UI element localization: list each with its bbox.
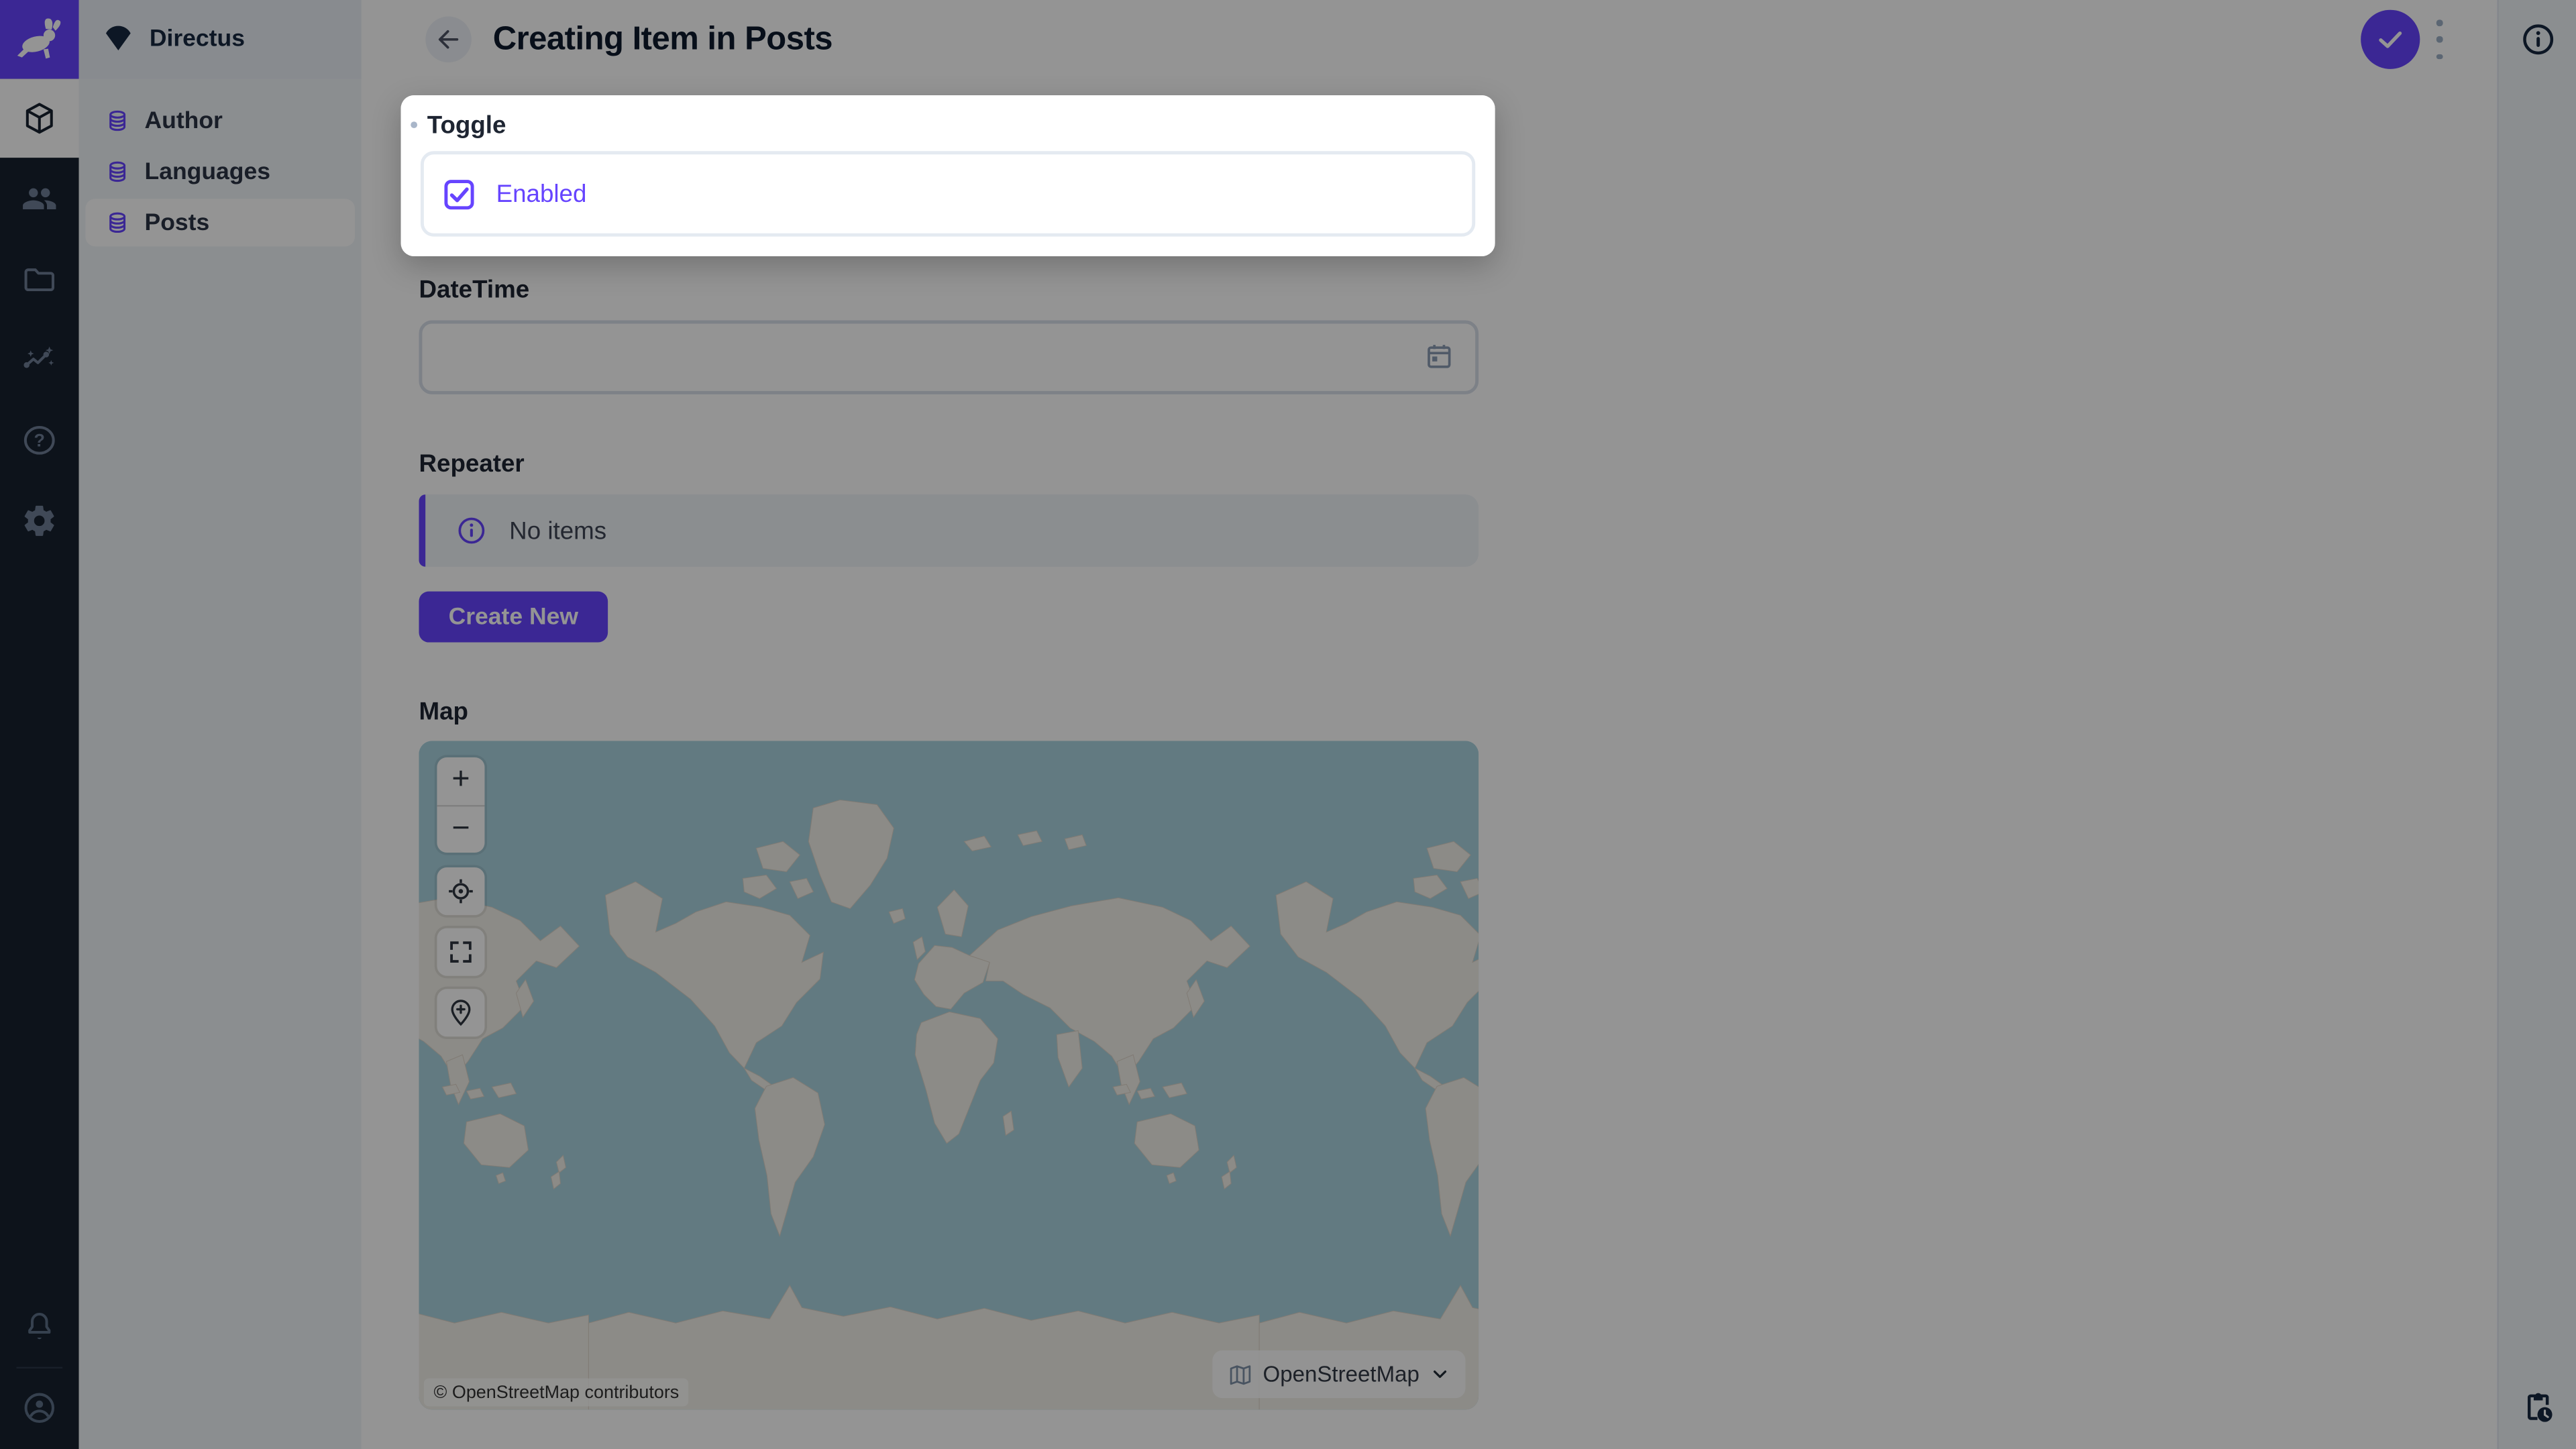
nav-item-label: Author [145,107,223,133]
map-attribution: © OpenStreetMap contributors [424,1379,689,1407]
calendar-icon[interactable] [1423,340,1456,381]
geolocate-icon [445,875,477,907]
toggle-input[interactable]: Enabled [421,151,1475,236]
info-icon [2520,21,2557,58]
repeater-label: Repeater [419,450,524,478]
add-pin-icon [445,998,477,1029]
basemap-select[interactable]: OpenStreetMap [1212,1350,1466,1398]
project-name: Directus [150,26,245,52]
nav-item-label: Posts [145,209,210,235]
module-file-library[interactable] [0,240,79,319]
info-icon [455,515,488,547]
zoom-out-button[interactable]: − [437,806,484,853]
back-button[interactable] [425,16,472,62]
nav-item-posts[interactable]: Posts [85,199,355,246]
module-insights[interactable] [0,321,79,400]
account-circle-icon [21,1390,58,1426]
geolocate-button[interactable] [437,867,484,915]
nav-item-label: Languages [145,158,270,184]
nav-item-languages[interactable]: Languages [85,148,355,195]
arrow-left-icon [434,25,464,54]
map-label: Map [419,698,468,727]
zoom-in-button[interactable]: + [437,757,484,804]
database-icon [105,210,130,235]
map-zoom-controls: + − [437,757,484,853]
chevron-down-icon [1430,1364,1451,1385]
nav-item-author[interactable]: Author [85,97,355,144]
insights-icon [21,341,58,378]
repeater-empty-text: No items [509,517,606,545]
check-icon [2374,23,2407,56]
collections-nav: Author Languages Posts [79,79,362,1449]
module-docs[interactable]: ? [0,401,79,480]
basemap-label: OpenStreetMap [1263,1362,1419,1387]
right-sidebar [2497,0,2576,1449]
module-bar: ? [0,0,79,1449]
info-sidebar-button[interactable] [2518,19,2558,59]
bell-icon [21,1309,58,1346]
create-new-button[interactable]: Create New [419,592,608,643]
page-title: Creating Item in Posts [493,0,833,79]
folder-icon [21,261,58,297]
zoom-out-icon: − [451,811,470,847]
checkbox-checked-icon[interactable] [443,178,475,210]
save-button[interactable] [2361,10,2420,69]
svg-text:?: ? [34,431,45,451]
notifications-button[interactable] [0,1288,79,1367]
module-settings[interactable] [0,482,79,561]
repeater-empty-notice: No items [419,494,1479,567]
project-bar[interactable]: Directus [79,0,362,79]
database-icon [105,160,130,184]
people-icon [21,180,58,217]
calendar-icon [1423,340,1456,373]
world-map [419,741,1479,1409]
revisions-clipboard-clock-icon [2520,1390,2557,1426]
fan-icon [102,23,135,56]
revisions-sidebar-button[interactable] [2518,1388,2558,1428]
page-header: Creating Item in Posts [362,0,2498,79]
toggle-label: Toggle [427,111,506,139]
help-icon: ? [21,422,58,458]
box-icon [21,100,58,136]
fullscreen-button[interactable] [437,928,484,976]
app-window: ? Directus [0,0,2576,1449]
more-options-button[interactable] [2428,19,2451,59]
user-avatar-button[interactable] [0,1368,79,1448]
toggle-field-card: Toggle Enabled [401,95,1495,256]
database-icon [105,109,130,133]
map-icon [1227,1361,1253,1387]
field-edited-dot [411,121,417,128]
gear-icon [21,502,58,539]
fullscreen-icon [447,938,475,966]
toggle-checkbox-label: Enabled [496,180,587,208]
map-canvas[interactable]: + − © OpenStreetMap contributors [419,741,1479,1409]
datetime-label: DateTime [419,276,529,304]
zoom-in-icon: + [451,763,470,799]
datetime-input[interactable] [419,321,1479,394]
directus-rabbit-icon[interactable] [0,0,79,79]
module-user-directory[interactable] [0,160,79,239]
module-content[interactable] [0,79,79,158]
add-pin-button[interactable] [437,989,484,1036]
